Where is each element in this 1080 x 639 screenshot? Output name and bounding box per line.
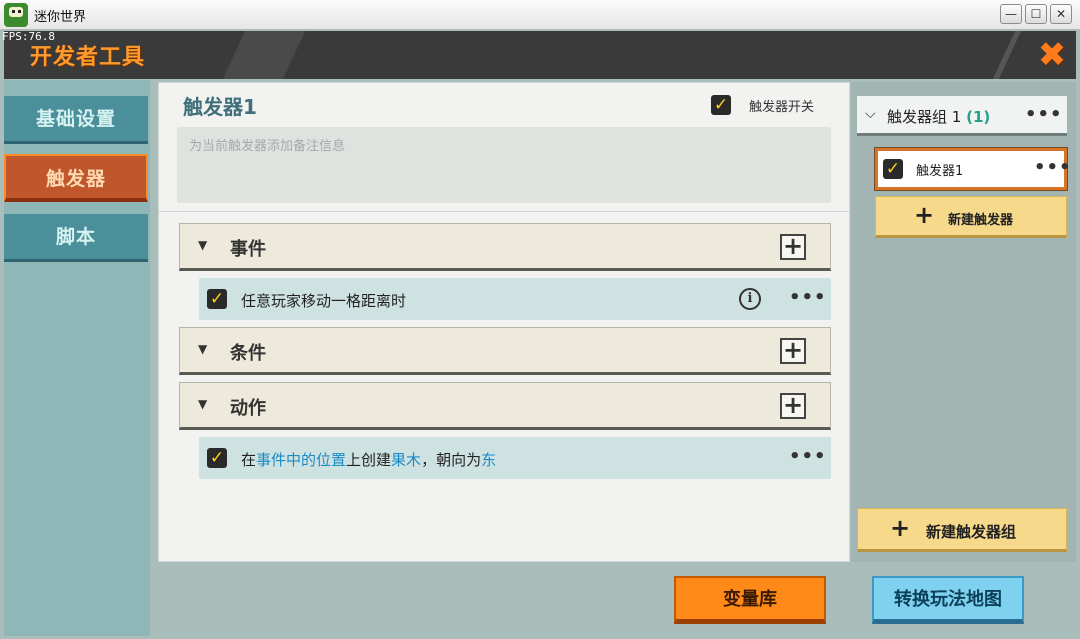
check-icon: ✓ (713, 95, 729, 115)
new-trigger-group-button[interactable]: + 新建触发器组 (857, 508, 1067, 552)
header-decoration (992, 31, 1022, 79)
tab-scripts[interactable]: 脚本 (4, 214, 148, 262)
action-param-position[interactable]: 事件中的位置 (256, 451, 346, 469)
event-text: 任意玩家移动一格距离时 (241, 292, 407, 310)
note-input[interactable]: 为当前触发器添加备注信息 (177, 127, 831, 203)
more-options-icon[interactable]: ••• (1034, 157, 1072, 178)
app-logo-icon (4, 3, 28, 27)
group-count: (1) (966, 108, 991, 126)
more-options-icon[interactable]: ••• (789, 287, 827, 308)
add-event-button[interactable]: + (780, 234, 806, 260)
minimize-button[interactable]: — (1000, 4, 1022, 24)
action-text-part: 上创建 (346, 451, 392, 469)
more-options-icon[interactable]: ••• (789, 446, 827, 467)
chevron-down-icon[interactable]: ⌵ (865, 106, 876, 122)
action-item[interactable]: ✓ 在事件中的位置上创建果木，朝向为东 ••• (199, 437, 831, 479)
page-title: 开发者工具 (30, 45, 146, 70)
trigger-switch-checkbox[interactable]: ✓ (711, 95, 731, 115)
trigger-group-panel: ⌵ 触发器组 1 (1) ••• ✓ 触发器1 ••• + 新建触发器 + 新建… (851, 82, 1076, 562)
devtools-header: 开发者工具 ✖ (4, 31, 1076, 79)
check-icon: ✓ (209, 448, 225, 468)
tab-basic-settings[interactable]: 基础设置 (4, 96, 148, 144)
plus-icon: + (890, 514, 911, 542)
event-item[interactable]: ✓ 任意玩家移动一格距离时 i ••• (199, 278, 831, 320)
section-title: 条件 (230, 343, 266, 364)
check-icon: ✓ (209, 289, 225, 309)
new-trigger-button[interactable]: + 新建触发器 (875, 196, 1067, 238)
info-circle-icon[interactable]: i (739, 288, 761, 310)
trigger-list-item[interactable]: ✓ 触发器1 ••• (874, 147, 1071, 191)
event-checkbox[interactable]: ✓ (207, 289, 227, 309)
triangle-down-icon[interactable]: ▼ (198, 342, 207, 356)
section-title: 事件 (230, 239, 266, 260)
window-titlebar: 迷你世界 — ☐ ✕ (0, 0, 1080, 30)
trigger-group-header[interactable]: ⌵ 触发器组 1 (1) ••• (857, 96, 1067, 136)
action-text-part: ，朝向为 (421, 451, 482, 469)
triangle-down-icon[interactable]: ▼ (198, 238, 207, 252)
tab-triggers[interactable]: 触发器 (4, 154, 148, 202)
section-conditions[interactable]: ▼ 条件 + (179, 327, 831, 375)
divider (159, 211, 849, 212)
add-condition-button[interactable]: + (780, 338, 806, 364)
trigger-name[interactable]: 触发器1 (183, 91, 257, 120)
window-title: 迷你世界 (34, 10, 87, 25)
section-title: 动作 (230, 398, 266, 419)
section-events[interactable]: ▼ 事件 + (179, 223, 831, 271)
note-placeholder: 为当前触发器添加备注信息 (189, 139, 346, 154)
triangle-down-icon[interactable]: ▼ (198, 397, 207, 411)
window-close-button[interactable]: ✕ (1050, 4, 1072, 24)
fps-counter: FPS:76.8 (2, 30, 55, 43)
switch-map-button[interactable]: 转换玩法地图 (872, 576, 1024, 624)
group-name: 触发器组 1 (887, 108, 962, 126)
action-param-direction[interactable]: 东 (481, 451, 496, 469)
action-param-block[interactable]: 果木 (391, 451, 421, 469)
trigger-list-label: 触发器1 (916, 164, 964, 179)
action-text: 在事件中的位置上创建果木，朝向为东 (241, 449, 496, 470)
variable-library-button[interactable]: 变量库 (674, 576, 826, 624)
action-checkbox[interactable]: ✓ (207, 448, 227, 468)
trigger-editor: 触发器1 ✓ 触发器开关 为当前触发器添加备注信息 ▼ 事件 + ✓ 任意玩家移… (158, 82, 850, 562)
action-text-part: 在 (241, 451, 257, 469)
maximize-button[interactable]: ☐ (1025, 4, 1047, 24)
trigger-switch-label: 触发器开关 (749, 100, 815, 115)
new-trigger-label: 新建触发器 (948, 213, 1014, 228)
header-decoration (222, 31, 306, 79)
new-group-label: 新建触发器组 (926, 523, 1017, 541)
trigger-group-label: 触发器组 1 (1) (887, 106, 990, 127)
close-x-icon[interactable]: ✖ (1034, 37, 1070, 73)
check-icon: ✓ (885, 159, 901, 179)
plus-icon: + (914, 201, 935, 229)
trigger-enabled-checkbox[interactable]: ✓ (883, 159, 903, 179)
more-options-icon[interactable]: ••• (1025, 104, 1063, 125)
section-actions[interactable]: ▼ 动作 + (179, 382, 831, 430)
add-action-button[interactable]: + (780, 393, 806, 419)
